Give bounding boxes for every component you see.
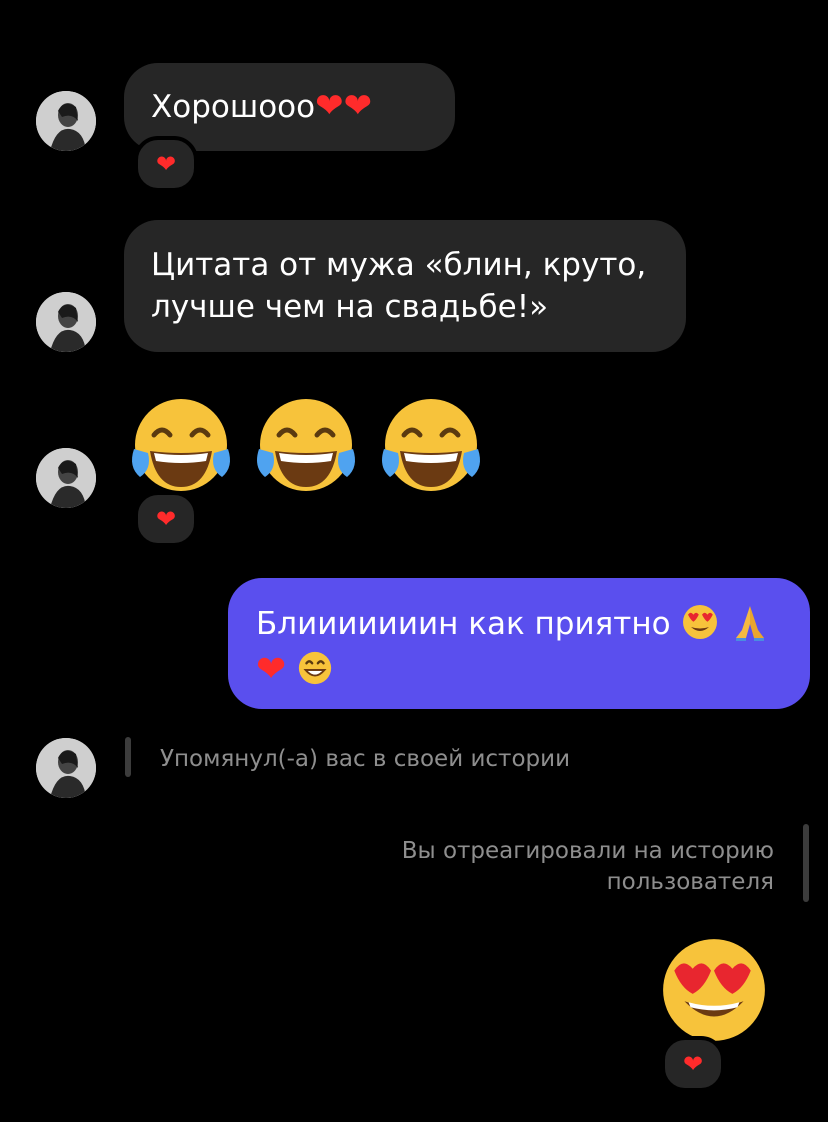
story-mention-text[interactable]: Упомянул(-а) вас в своей истории <box>160 744 570 775</box>
face-with-tears-of-joy-icon <box>132 399 230 491</box>
face-with-tears-of-joy-icon <box>382 399 480 491</box>
avatar[interactable] <box>36 292 96 352</box>
heart-icon: ❤ <box>155 505 177 533</box>
heart-icon: ❤ <box>682 1050 704 1078</box>
heart-emoji: ❤ <box>256 649 287 690</box>
story-indicator-bar <box>803 824 809 902</box>
message-text-line: Цитата от мужа «блин, круто, <box>151 247 647 283</box>
reaction-badge[interactable]: ❤ <box>134 491 198 547</box>
message-text-line: лучше чем на свадьбе!» <box>151 289 549 325</box>
smiling-face-with-heart-eyes-icon[interactable] <box>658 934 770 1046</box>
heart-emoji: ❤ <box>343 86 373 126</box>
avatar-photo <box>36 91 96 151</box>
heart-icon: ❤ <box>155 150 177 178</box>
avatar-photo <box>36 738 96 798</box>
message-text-line: Блииииииин как приятно <box>256 602 810 645</box>
reaction-badge[interactable]: ❤ <box>134 136 198 192</box>
face-with-tears-of-joy-icon <box>257 399 355 491</box>
reaction-badge[interactable]: ❤ <box>661 1036 725 1092</box>
folded-hands-icon <box>736 606 765 641</box>
story-reaction-line: пользователя <box>606 869 774 895</box>
avatar[interactable] <box>36 91 96 151</box>
message-bubble-incoming[interactable]: Цитата от мужа «блин, круто, лучше чем н… <box>124 220 686 352</box>
story-reaction-text[interactable]: Вы отреагировали на историю пользователя <box>402 836 774 898</box>
avatar-photo <box>36 448 96 508</box>
smiling-face-with-heart-eyes-icon <box>683 605 718 639</box>
message-text: Хорошооо <box>151 89 316 125</box>
message-text: Блииииииин как приятно <box>256 606 671 642</box>
heart-emoji: ❤ <box>315 86 344 126</box>
avatar[interactable] <box>36 448 96 508</box>
emoji-message[interactable] <box>126 393 486 503</box>
grinning-face-with-smiling-eyes-icon <box>298 651 332 685</box>
story-reaction-line: Вы отреагировали на историю <box>401 838 774 864</box>
story-indicator-bar <box>125 737 131 777</box>
avatar-photo <box>36 292 96 352</box>
avatar[interactable] <box>36 738 96 798</box>
message-bubble-outgoing[interactable]: Блииииииин как приятно ❤ <box>228 578 810 709</box>
message-text-line: ❤ <box>256 649 810 692</box>
